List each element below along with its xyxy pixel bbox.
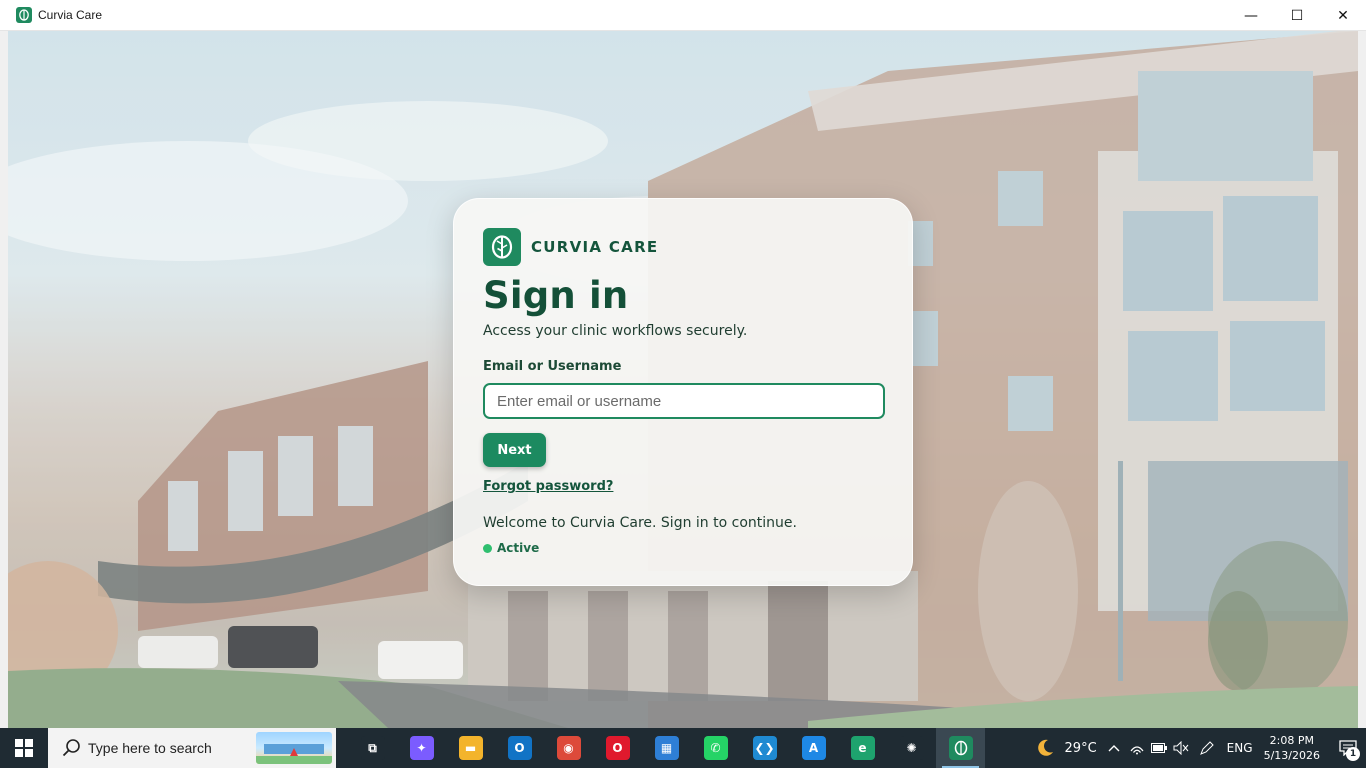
curvia-care-taskbar-icon <box>948 736 973 760</box>
pen-icon[interactable] <box>1192 740 1222 756</box>
copilot-icon: ✦ <box>409 736 434 760</box>
window-left-edge <box>0 31 8 728</box>
battery-icon[interactable] <box>1148 743 1170 753</box>
speaker-muted-icon[interactable] <box>1170 741 1192 755</box>
whatsapp-taskbar-button[interactable]: ✆ <box>691 728 740 768</box>
wifi-icon[interactable] <box>1126 741 1148 755</box>
window-title-bar: Curvia Care — ☐ ✕ <box>0 0 1366 31</box>
page-title: Sign in <box>483 274 629 317</box>
curvia-care-taskbar-taskbar-button[interactable] <box>936 728 985 768</box>
windows-taskbar: Type here to search ⧉ ✦ ▬ O ◉ O ▦ ✆ ❮❯ Ae ✺ 29°C E… <box>0 728 1366 768</box>
brand: CURVIA CARE <box>483 228 658 266</box>
clock-date: 5/13/2026 <box>1263 749 1320 762</box>
window-title: Curvia Care <box>38 8 103 22</box>
microsoft-store-taskbar-button[interactable]: ▦ <box>642 728 691 768</box>
weather-temperature[interactable]: 29°C <box>1060 741 1102 756</box>
search-highlight-image <box>256 732 332 764</box>
notification-count-badge: 1 <box>1346 747 1360 761</box>
clock-time: 2:08 PM <box>1269 734 1314 747</box>
leaf-logo-icon <box>483 228 521 266</box>
vscode-taskbar-button[interactable]: ❮❯ <box>740 728 789 768</box>
chrome-icon: ◉ <box>556 736 581 760</box>
close-button[interactable]: ✕ <box>1320 0 1366 31</box>
leaf-logo-icon <box>16 7 32 23</box>
task-view-icon: ⧉ <box>360 736 385 760</box>
chatgpt-icon: ✺ <box>899 736 924 760</box>
welcome-message: Welcome to Curvia Care. Sign in to conti… <box>483 515 797 531</box>
edge-taskbar-button[interactable]: e <box>838 728 887 768</box>
task-view-taskbar-button[interactable]: ⧉ <box>348 728 397 768</box>
notification-center-button[interactable]: 1 <box>1330 728 1366 768</box>
chrome-taskbar-button[interactable]: ◉ <box>544 728 593 768</box>
opera-taskbar-button[interactable]: O <box>593 728 642 768</box>
forgot-password-link[interactable]: Forgot password? <box>483 479 613 494</box>
status-label: Active <box>497 541 540 555</box>
outlook-taskbar-button[interactable]: O <box>495 728 544 768</box>
opera-icon: O <box>605 736 630 760</box>
file-explorer-icon: ▬ <box>458 736 483 760</box>
language-indicator[interactable]: ENG <box>1222 741 1258 755</box>
copilot-taskbar-button[interactable]: ✦ <box>397 728 446 768</box>
taskbar-clock[interactable]: 2:08 PM 5/13/2026 <box>1264 733 1320 763</box>
status-dot-icon <box>483 543 492 553</box>
minimize-button[interactable]: — <box>1228 0 1274 31</box>
sign-in-card: CURVIA CARE Sign in Access your clinic w… <box>453 198 913 586</box>
app-store-icon: A <box>801 736 826 760</box>
whatsapp-icon: ✆ <box>703 736 728 760</box>
next-button[interactable]: Next <box>483 433 546 467</box>
search-placeholder: Type here to search <box>88 740 212 756</box>
start-button[interactable] <box>0 728 48 768</box>
search-icon <box>62 739 80 757</box>
page-subtitle: Access your clinic workflows securely. <box>483 323 748 339</box>
email-username-input[interactable] <box>483 383 885 419</box>
app-store-taskbar-button[interactable]: A <box>789 728 838 768</box>
vscode-icon: ❮❯ <box>752 736 777 760</box>
taskbar-apps: ⧉ ✦ ▬ O ◉ O ▦ ✆ ❮❯ Ae ✺ <box>348 728 985 768</box>
file-explorer-taskbar-button[interactable]: ▬ <box>446 728 495 768</box>
status-indicator: Active <box>483 541 539 555</box>
chevron-up-icon[interactable] <box>1102 744 1126 752</box>
window-right-edge <box>1358 31 1366 728</box>
chatgpt-taskbar-button[interactable]: ✺ <box>887 728 936 768</box>
brand-name: CURVIA CARE <box>531 238 659 256</box>
moon-weather-icon[interactable] <box>1030 737 1060 759</box>
system-tray: 29°C ENG 2:08 PM 5/13/2026 1 <box>1030 728 1366 768</box>
edge-icon: e <box>850 736 875 760</box>
maximize-button[interactable]: ☐ <box>1274 0 1320 31</box>
microsoft-store-icon: ▦ <box>654 736 679 760</box>
outlook-icon: O <box>507 736 532 760</box>
email-field-label: Email or Username <box>483 359 622 374</box>
taskbar-search[interactable]: Type here to search <box>48 728 336 768</box>
windows-logo-icon <box>15 739 33 757</box>
